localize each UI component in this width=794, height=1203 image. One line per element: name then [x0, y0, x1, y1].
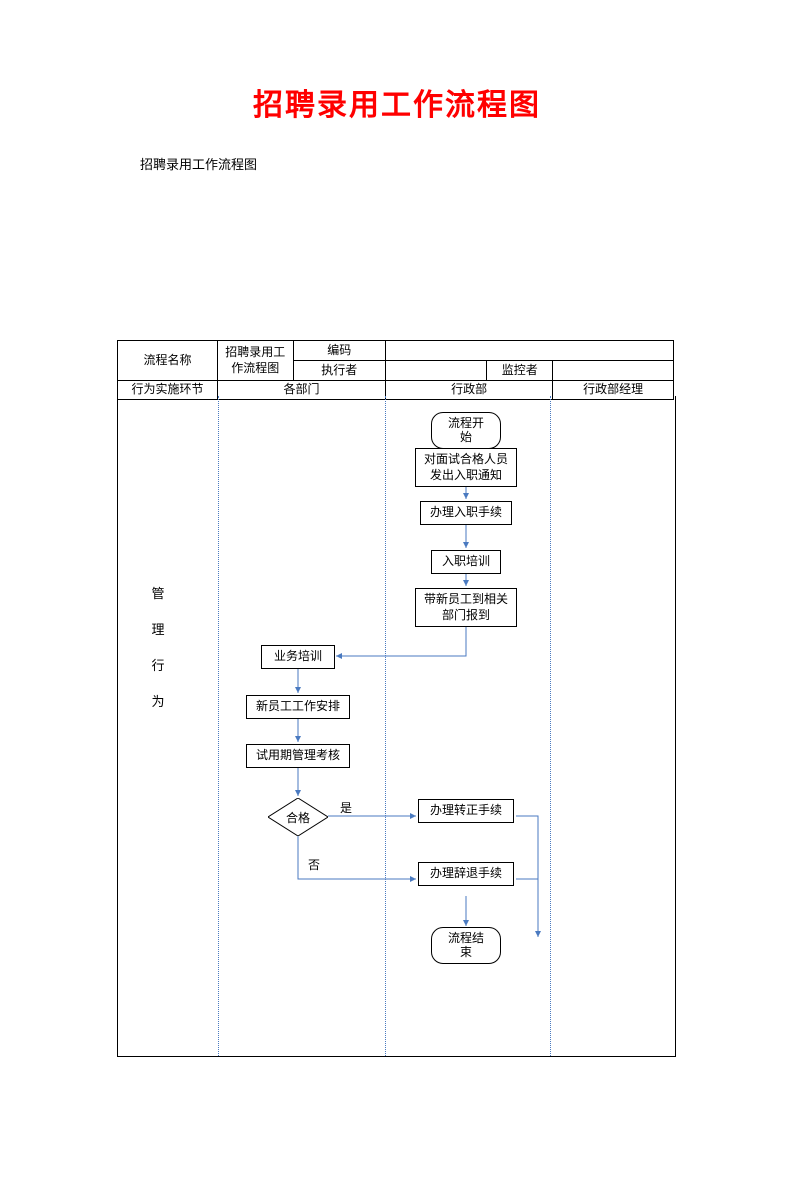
node-business-training: 业务培训 [261, 645, 335, 669]
label-no: 否 [308, 856, 320, 873]
cell-code-value [385, 341, 673, 361]
cell-code-label: 编码 [293, 341, 385, 361]
node-onboarding-procedures: 办理入职手续 [420, 501, 512, 525]
node-dismissal-procedures: 办理辞退手续 [418, 862, 514, 886]
cell-supervisor-value [553, 361, 674, 381]
document-subtitle: 招聘录用工作流程图 [140, 154, 794, 173]
node-end-terminator: 流程结束 [431, 927, 501, 964]
label-yes: 是 [340, 799, 352, 816]
cell-executor-value [385, 361, 486, 381]
node-work-arrangement: 新员工工作安排 [246, 695, 350, 719]
flowchart-connectors [118, 396, 675, 1056]
cell-process-name-label: 流程名称 [118, 341, 218, 381]
node-confirm-employment: 办理转正手续 [418, 799, 514, 823]
node-start-terminator: 流程开始 [431, 412, 501, 449]
decision-text: 合格 [268, 798, 328, 836]
node-probation-assessment: 试用期管理考核 [246, 744, 350, 768]
node-notify-qualified: 对面试合格人员发出入职通知 [415, 448, 517, 487]
cell-process-name-value: 招聘录用工作流程图 [218, 341, 294, 381]
cell-supervisor-label: 监控者 [487, 361, 553, 381]
document-title: 招聘录用工作流程图 [0, 80, 794, 124]
cell-executor-label: 执行者 [293, 361, 385, 381]
flowchart-area: 管 理 行 为 [117, 396, 676, 1057]
node-onboarding-training: 入职培训 [431, 550, 501, 574]
node-report-to-dept: 带新员工到相关部门报到 [415, 588, 517, 627]
node-decision-qualified: 合格 [268, 798, 328, 836]
header-table: 流程名称 招聘录用工作流程图 编码 执行者 监控者 行为实施环节 各部门 行政部… [117, 340, 674, 400]
